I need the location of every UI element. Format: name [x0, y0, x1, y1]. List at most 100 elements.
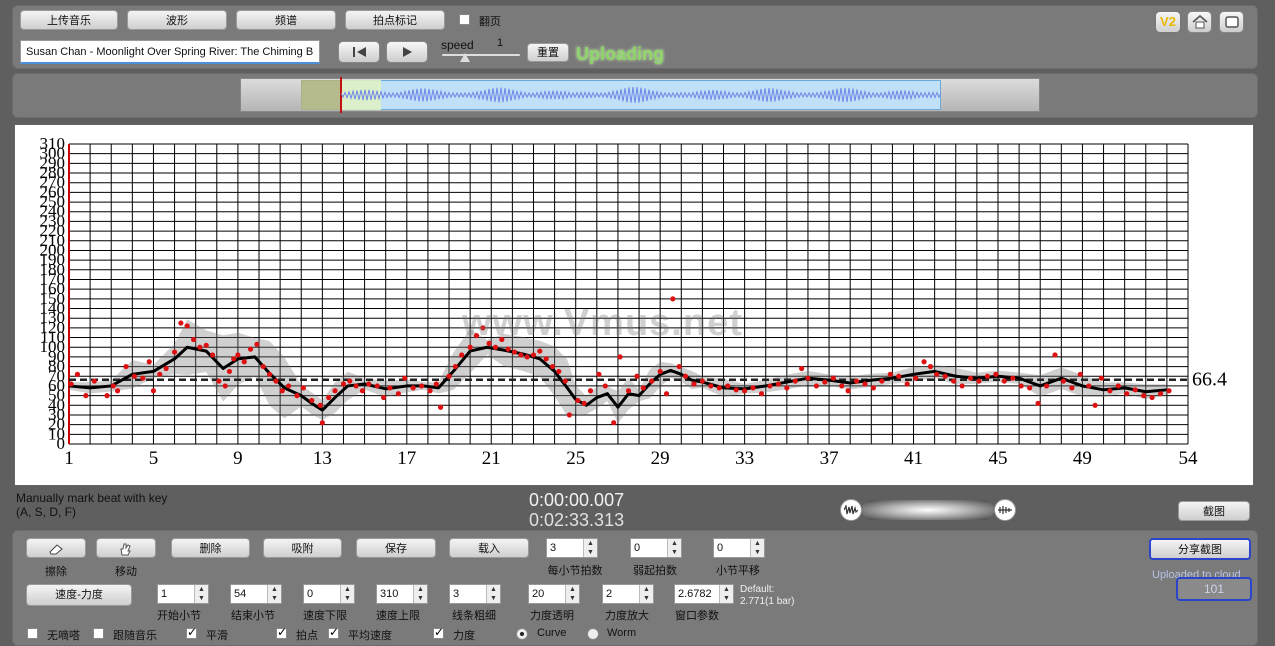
bar-shift-stepper[interactable]: 0 ▲ ▼: [713, 538, 765, 558]
beat-point: [887, 371, 893, 377]
snap-button[interactable]: 吸附: [263, 538, 342, 558]
tempo-max-stepper[interactable]: 310 ▲ ▼: [376, 584, 428, 604]
home-icon[interactable]: [1187, 11, 1212, 33]
track-title-text: Susan Chan - Moonlight Over Spring River…: [26, 46, 314, 58]
x-tick-label: 5: [149, 448, 159, 469]
dynamics-scale-stepper[interactable]: 2 ▲ ▼: [602, 584, 654, 604]
erase-label: 擦除: [45, 566, 67, 578]
line-width-stepper[interactable]: 3 ▲ ▼: [449, 584, 501, 604]
beat-point: [921, 359, 927, 365]
beats-per-bar-stepper[interactable]: 3 ▲ ▼: [546, 538, 598, 558]
beat-point: [742, 388, 748, 394]
beat-point: [792, 378, 798, 384]
follow-music-checkbox[interactable]: [93, 628, 104, 639]
no-click-checkbox[interactable]: [27, 628, 38, 639]
beat-points-checkbox[interactable]: [276, 625, 287, 639]
screenshot-button[interactable]: 截图: [1178, 501, 1250, 521]
beat-point: [750, 385, 756, 391]
beat-point: [984, 373, 991, 379]
tempo-min-stepper[interactable]: 0 ▲ ▼: [303, 584, 355, 604]
speed-slider-thumb[interactable]: [460, 53, 471, 62]
mini-waveform: [341, 86, 941, 104]
dynamics-alpha-stepper[interactable]: 20 ▲ ▼: [528, 584, 580, 604]
beat-point: [959, 383, 965, 389]
x-tick-label: 33: [735, 448, 754, 469]
beat-point: [1157, 391, 1164, 397]
tempo-dynamics-mode-button[interactable]: 速度-力度: [26, 584, 132, 606]
page-turn-label: 翻页: [479, 16, 501, 28]
load-button[interactable]: 载入: [449, 538, 529, 558]
smooth-checkbox[interactable]: [186, 625, 197, 639]
page-turn-checkbox[interactable]: [459, 14, 470, 25]
move-label: 移动: [115, 566, 137, 578]
beat-point: [235, 352, 241, 358]
average-tempo-checkbox[interactable]: [328, 625, 339, 639]
beat-point: [1092, 402, 1098, 408]
beat-point: [366, 381, 372, 387]
window-param-label: 窗口参数: [675, 610, 719, 622]
beat-point: [197, 344, 203, 350]
beat-point: [581, 400, 587, 406]
beat-point: [1132, 387, 1138, 393]
erase-button[interactable]: [26, 538, 86, 558]
speed-value: 1: [497, 37, 504, 49]
play-icon[interactable]: [386, 41, 428, 63]
track-title-field[interactable]: Susan Chan - Moonlight Over Spring River…: [20, 40, 320, 64]
tempo-max-label: 速度上限: [376, 610, 420, 622]
beat-point: [492, 344, 499, 350]
upload-music-button[interactable]: 上传音乐: [20, 10, 118, 30]
waveform-button[interactable]: 波形: [127, 10, 227, 30]
reset-button[interactable]: 重置: [527, 43, 569, 62]
beat-point: [853, 378, 860, 384]
beat-point: [1166, 388, 1172, 394]
no-click-label: 无嘀嗒: [47, 630, 80, 642]
beat-point: [993, 371, 999, 377]
beat-point: [91, 378, 97, 384]
beat-point: [549, 363, 556, 370]
start-bar-stepper[interactable]: 1 ▲ ▼: [157, 584, 209, 604]
beat-point: [670, 296, 676, 302]
volume-max-icon[interactable]: [994, 499, 1016, 521]
cloud-count-button[interactable]: 101: [1176, 577, 1252, 601]
beat-point: [68, 381, 74, 387]
window-param-stepper[interactable]: 2.6782 ▲ ▼: [674, 584, 734, 604]
waveform-toggle-icon[interactable]: [840, 499, 862, 521]
beat-point: [467, 344, 473, 350]
beat-point: [870, 385, 877, 391]
beat-point: [110, 383, 116, 389]
beat-point: [247, 346, 254, 352]
beat-point: [942, 373, 948, 379]
spectrum-button[interactable]: 频谱: [236, 10, 336, 30]
beat-point: [617, 354, 623, 360]
pickup-beats-stepper[interactable]: 0 ▲ ▼: [630, 538, 682, 558]
tap-marking-button[interactable]: 拍点标记: [345, 10, 445, 30]
beat-point: [203, 342, 209, 348]
delete-button[interactable]: 删除: [171, 538, 250, 558]
hand-icon: [120, 543, 131, 556]
x-tick-label: 41: [904, 448, 923, 469]
volume-slider[interactable]: [862, 500, 994, 520]
worm-radio[interactable]: [587, 628, 599, 640]
x-tick-label: 37: [820, 448, 839, 469]
beat-point: [347, 378, 353, 384]
share-screenshot-button[interactable]: 分享截图: [1149, 538, 1251, 560]
timeline-loop-marker[interactable]: [301, 80, 341, 110]
v2-badge[interactable]: V2: [1155, 11, 1181, 33]
skip-to-start-icon[interactable]: [338, 41, 380, 63]
beat-point: [1141, 393, 1147, 399]
bar-shift-label: 小节平移: [716, 565, 760, 577]
timeline-track[interactable]: [240, 77, 1040, 113]
end-bar-label: 结束小节: [231, 610, 275, 622]
end-bar-stepper[interactable]: 54 ▲ ▼: [230, 584, 282, 604]
beat-point: [374, 383, 380, 389]
watermark: www.Vmus.net: [462, 302, 743, 344]
dynamics-checkbox[interactable]: [433, 625, 444, 639]
beat-point: [556, 368, 562, 375]
save-button[interactable]: 保存: [356, 538, 436, 558]
curve-radio[interactable]: [516, 628, 528, 640]
beat-point: [1043, 383, 1050, 389]
fullscreen-icon[interactable]: [1219, 11, 1244, 33]
beat-point: [511, 349, 518, 355]
speed-slider-track[interactable]: [442, 54, 520, 56]
move-button[interactable]: [96, 538, 156, 558]
